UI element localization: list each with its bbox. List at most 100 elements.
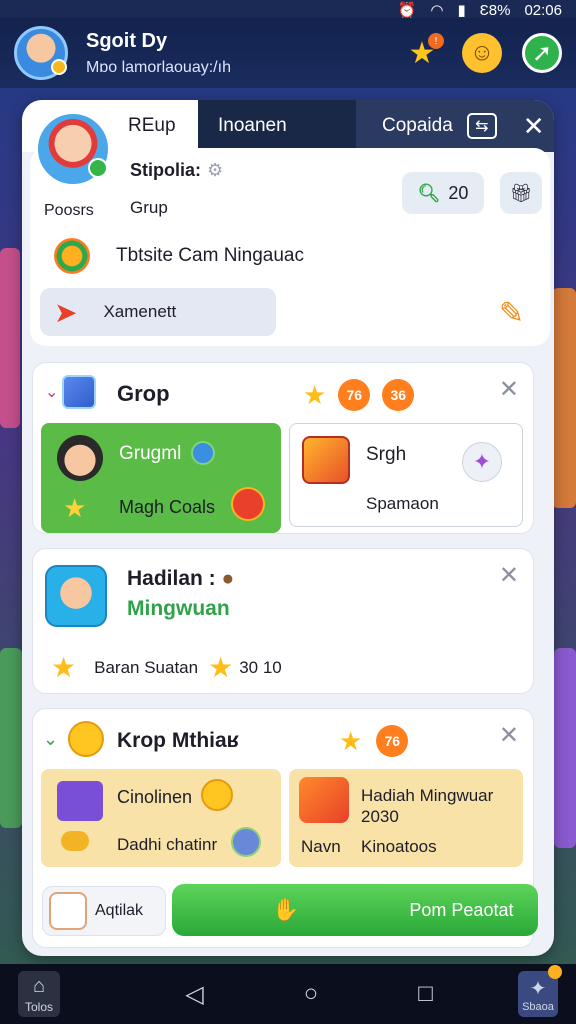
bag-icon [49,892,87,930]
background-building [0,248,20,428]
star-icon: ★ [339,725,363,756]
signal-icon: ▮ [457,2,466,19]
chevron-down-icon[interactable]: ⌄ [45,382,58,402]
tile-label: Navn [301,837,341,856]
notification-dot [548,965,562,979]
bottom-actions: Aqtilak ✋ Pom Peaotat [30,882,550,942]
share-icon[interactable]: ➚ [522,33,562,73]
leaf-icon [61,831,89,851]
star-icon[interactable]: ★! [402,33,444,73]
progress-row: ★ Baran Suatan ★ 30 10 [51,651,282,684]
wifi-icon: ◠ [430,2,444,19]
blocks-icon [302,436,350,484]
reward-tile[interactable]: Grugml ★ Magh Coals [41,423,281,533]
status-bar: ⏰ ◠ ▮ Ɛ8% 02:06 [0,0,576,20]
section-title: Grop [117,381,170,406]
profile-avatar[interactable] [34,110,112,188]
chest-icon [299,777,349,823]
settings-icon[interactable]: ⚙ [207,160,223,180]
tab-inoanen[interactable]: Inoanen [198,100,356,152]
profile-card: Poosrs Stipolia: ⚙ Grup 🔍︎ 20 🎁︎ Tbtsite … [30,110,550,346]
section-badges: ★ 76 [339,725,409,757]
gift-icon: 🎁︎ [509,182,533,203]
background-building [554,648,576,848]
coin-icon [68,721,105,757]
game-title: Tbtsite Cam Ningauac [116,245,304,266]
star-icon: ★ [51,652,77,683]
system-nav: ◁ ○ □ [185,980,432,1009]
top-bar: Sgoit Dy Mɒo lamorlaouay:/ıh ★! ☺ ➚ [0,18,576,88]
profile-label: Poosrs [44,202,94,219]
shop-icon: ✦ [529,977,547,1000]
character-icon [57,435,103,481]
coconut-icon: ● [221,567,235,590]
coin-badge: 76 [338,379,371,411]
bag-label: Aqtilak [95,902,144,919]
user-avatar[interactable] [14,26,68,80]
star-icon: ★ [208,652,234,683]
home-circle-icon[interactable]: ○ [304,980,319,1009]
section-badges: ★ 76 36 [303,379,415,411]
tile-subtitle: Spamaon [366,494,439,513]
search-icon: 🔍︎ [417,182,441,203]
gem-icon [191,441,215,465]
profile-name: Stipolia: ⚙ [130,160,223,181]
group-panel: REup Inoanen Copaida ⇆ ✕ Poosrs Stipolia… [22,100,554,956]
plane-icon: ➤ [54,296,78,328]
gift-button[interactable]: 🎁︎ [500,172,542,214]
shop-label: Sbaoa [522,1000,554,1013]
game-icon [54,238,90,274]
edit-icon[interactable]: ✎ [499,296,524,331]
star-icon: ★ [303,379,327,410]
tab-copaida[interactable]: Copaida ⇆ ✕ [356,100,554,152]
tab-copaida-label: Copaida [382,115,453,136]
tile-title: Cinolinen [117,787,193,807]
group-section: ⌄ Grop ★ 76 36 ✕ Grugml ★ Magh Coals Srg… [32,362,534,534]
reward-tile[interactable]: Hadiah Mingwuar 2030 Navn Kinoatoos [289,769,523,867]
background-building [0,648,22,828]
close-icon[interactable]: ✕ [499,561,519,590]
shop-button[interactable]: ✦ Sbaoa [518,965,562,1017]
navigation-bar: ⌂ Tolos ◁ ○ □ ✦ Sbaoa [0,964,576,1024]
profile-name-text: Stipolia: [130,160,201,180]
notification-dot: ! [428,33,444,49]
recents-icon[interactable]: □ [418,980,433,1009]
tile-title: Grugml [119,443,182,464]
section-title: Hadilan : ● [127,567,234,591]
search-count-button[interactable]: 🔍︎ 20 [402,172,484,214]
puzzle-icon[interactable]: ✦ [462,442,502,482]
alarm-icon: ⏰ [397,2,417,19]
close-icon[interactable]: ✕ [499,721,519,750]
primary-button[interactable]: ✋ Pom Peaotat [172,884,538,936]
primary-button-label: Pom Peaotat [409,899,514,920]
emoji-icon[interactable]: ☺ [462,33,502,73]
home-button[interactable]: ⌂ Tolos [18,971,60,1017]
home-label: Tolos [24,999,53,1014]
reward-tile[interactable]: Cinolinen Dadhi chatinr [41,769,281,867]
section-title-text: Hadilan : [127,567,216,590]
level-badge-icon [51,59,67,75]
name-field-value: Xamenett [103,302,177,321]
chevron-down-icon[interactable]: ⌄ [43,729,58,750]
close-icon[interactable]: ✕ [499,375,519,404]
member-avatar[interactable] [45,565,107,627]
close-icon[interactable]: ✕ [523,111,545,142]
name-field[interactable]: ➤ Xamenett [40,288,276,336]
game-row: Tbtsite Cam Ningauac [54,238,304,274]
tile-title: Hadiah Mingwuar 2030 [361,786,494,826]
row-value: 30 10 [239,657,282,677]
sort-icon[interactable]: ⇆ [466,113,497,139]
hand-icon: ✋ [272,897,300,922]
star-icon: ★ [63,493,87,523]
row-label: Baran Suatan [94,657,199,677]
reward-tile[interactable]: Srgh ✦ Spamaon [289,423,523,527]
coin-badge: 36 [382,379,415,411]
online-icon [88,158,108,178]
tile-title: Srgh [366,444,407,465]
back-icon[interactable]: ◁ [185,980,203,1009]
home-icon: ⌂ [32,974,46,997]
gift-icon [231,827,261,857]
bag-button[interactable]: Aqtilak [42,886,166,936]
user-subtitle: Mɒo lamorlaouay:/ıh [86,58,231,76]
section-icon: ⌄ [43,721,105,757]
